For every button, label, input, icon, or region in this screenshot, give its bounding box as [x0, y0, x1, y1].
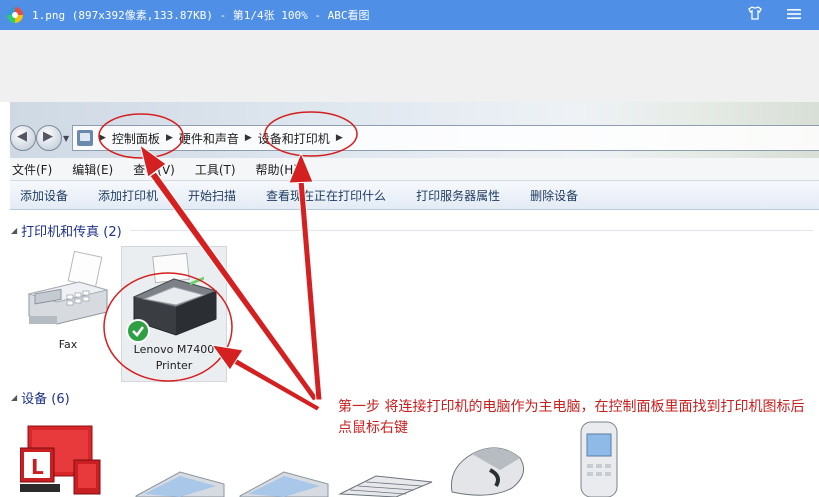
menu-bar: 文件(F) 编辑(E) 查看(V) 工具(T) 帮助(H): [10, 158, 819, 181]
recent-pages-dropdown[interactable]: ▼: [63, 134, 69, 143]
address-bar[interactable]: ▶ 控制面板 ▶ 硬件和声音 ▶ 设备和打印机 ▶: [72, 125, 819, 151]
default-printer-check-icon: [126, 319, 150, 343]
back-button[interactable]: ◀: [10, 125, 36, 151]
keyboard-device-icon[interactable]: [336, 472, 436, 497]
fax-printer-tile[interactable]: Fax: [18, 246, 118, 366]
svg-text:L: L: [31, 455, 44, 479]
menu-tools[interactable]: 工具(T): [195, 161, 236, 178]
group-header-printers[interactable]: ◢ 打印机和传真 (2): [10, 220, 819, 240]
computer-device-icon[interactable]: L: [20, 420, 114, 497]
menu-help[interactable]: 帮助(H): [256, 161, 298, 178]
breadcrumb-devices-and-printers[interactable]: 设备和打印机: [258, 130, 330, 147]
forward-button[interactable]: ▶: [36, 125, 62, 151]
forward-arrow-icon: ▶: [43, 129, 53, 144]
breadcrumb-control-panel[interactable]: 控制面板: [112, 130, 160, 147]
scanner-device-icon[interactable]: [130, 466, 226, 497]
remove-device-button[interactable]: 删除设备: [530, 187, 578, 204]
menu-view[interactable]: 查看(V): [133, 161, 175, 178]
divider: [129, 229, 813, 231]
viewer-title-bar: 1.png (897x392像素,133.87KB) - 第1/4张 100% …: [0, 0, 819, 30]
fax-label: Fax: [58, 338, 78, 351]
chevron-right-icon[interactable]: ▶: [99, 133, 106, 143]
chevron-right-icon[interactable]: ▶: [166, 133, 173, 143]
add-device-button[interactable]: 添加设备: [20, 187, 68, 204]
skin-shirt-icon[interactable]: [745, 5, 765, 25]
device-list: ◢ 打印机和传真 (2) Fax Lenovo M7400 Printer ◢ …: [10, 210, 819, 497]
hamburger-menu-icon[interactable]: [784, 5, 804, 25]
breadcrumb-hardware-and-sound[interactable]: 硬件和声音: [179, 130, 239, 147]
see-whats-printing-button[interactable]: 查看现在正在打印什么: [266, 187, 386, 204]
start-scan-button[interactable]: 开始扫描: [188, 187, 236, 204]
lenovo-printer-tile[interactable]: Lenovo M7400 Printer: [121, 246, 227, 382]
chevron-right-icon[interactable]: ▶: [336, 133, 343, 143]
group-title-printers: 打印机和传真 (2): [21, 224, 122, 240]
viewer-title: 1.png (897x392像素,133.87KB) - 第1/4张 100% …: [32, 9, 370, 22]
menu-file[interactable]: 文件(F): [12, 161, 52, 178]
scanner-device-icon-2[interactable]: [234, 466, 330, 497]
instruction-annotation: 第一步 将连接打印机的电脑作为主电脑，在控制面板里面找到打印机图标后点鼠标右键: [338, 399, 805, 436]
lenovo-label-line1: Lenovo M7400: [133, 343, 215, 356]
back-arrow-icon: ◀: [17, 129, 27, 144]
group-title-devices: 设备 (6): [21, 391, 70, 407]
lenovo-label-line2: Printer: [155, 359, 193, 372]
address-area: ◀ ▶ ▼ ▶ 控制面板 ▶ 硬件和声音 ▶ 设备和打印机 ▶: [10, 102, 819, 158]
collapse-triangle-icon[interactable]: ◢: [11, 226, 17, 235]
command-toolbar: 添加设备 添加打印机 开始扫描 查看现在正在打印什么 打印服务器属性 删除设备: [10, 181, 819, 210]
viewer-canvas-background: [0, 30, 819, 102]
chevron-right-icon[interactable]: ▶: [245, 133, 252, 143]
mouse-device-icon[interactable]: [442, 440, 532, 497]
collapse-triangle-icon[interactable]: ◢: [11, 393, 17, 402]
print-server-properties-button[interactable]: 打印服务器属性: [416, 187, 500, 204]
fax-machine-icon: [27, 250, 109, 325]
abc-viewer-logo-icon: [6, 6, 24, 24]
control-panel-icon: [77, 130, 93, 146]
add-printer-button[interactable]: 添加打印机: [98, 187, 158, 204]
menu-edit[interactable]: 编辑(E): [72, 161, 113, 178]
